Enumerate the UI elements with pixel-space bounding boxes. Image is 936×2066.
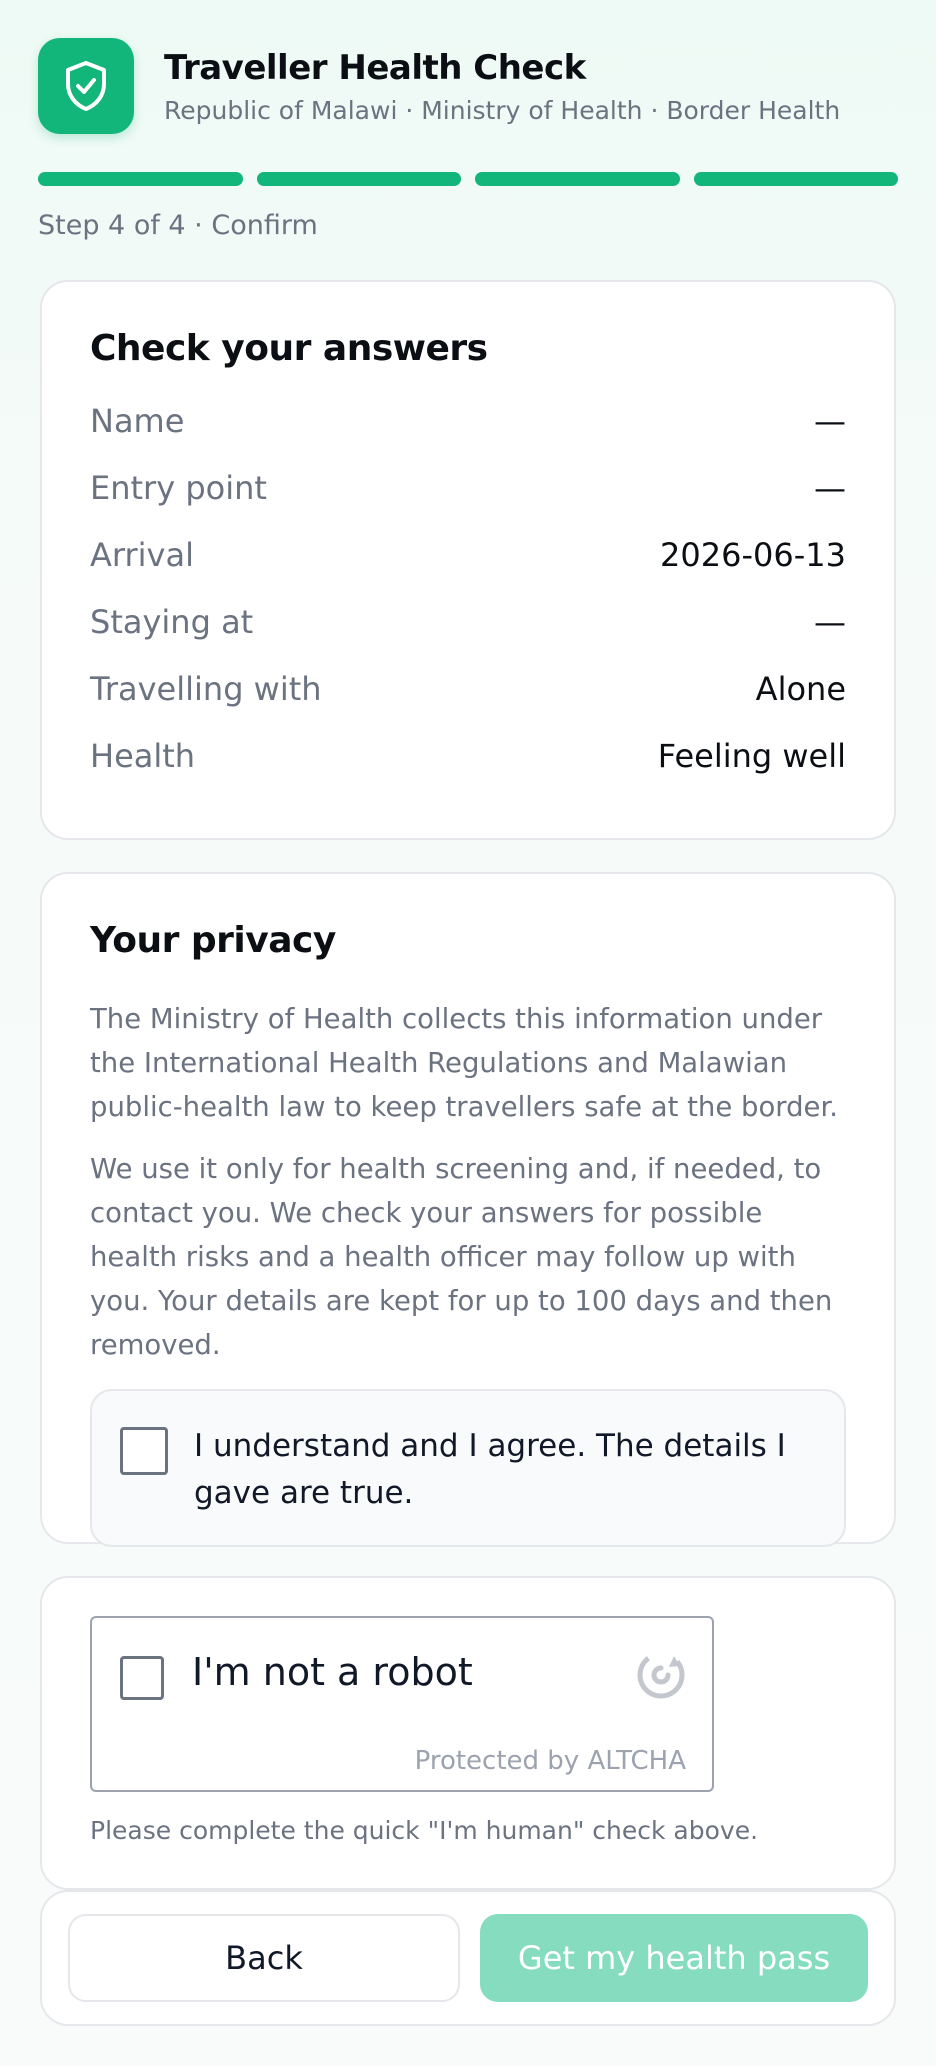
step-progress-bar <box>38 172 898 186</box>
answer-value: 2026-06-13 <box>660 535 846 574</box>
answer-row-name: Name — <box>90 387 846 454</box>
captcha-widget[interactable]: I'm not a robot Protected by ALTCHA <box>90 1616 714 1792</box>
answers-title: Check your answers <box>90 328 488 369</box>
captcha-brand: Protected by ALTCHA <box>414 1746 686 1776</box>
get-health-pass-button[interactable]: Get my health pass <box>480 1914 868 2002</box>
answer-row-travelling-with: Travelling with Alone <box>90 655 846 722</box>
answer-label: Health <box>90 736 196 775</box>
answers-list: Name — Entry point — Arrival 2026-06-13 … <box>90 387 846 789</box>
consent-option[interactable]: I understand and I agree. The details I … <box>90 1389 846 1547</box>
answer-label: Staying at <box>90 602 254 641</box>
progress-segment <box>693 172 898 186</box>
app-subtitle: Republic of Malawi · Ministry of Health … <box>164 95 841 125</box>
answer-row-staying-at: Staying at — <box>90 588 846 655</box>
altcha-refresh-icon <box>637 1651 685 1699</box>
privacy-paragraph: The Ministry of Health collects this inf… <box>90 1003 838 1123</box>
consent-checkbox[interactable] <box>120 1427 168 1475</box>
captcha-label[interactable]: I'm not a robot <box>192 1650 473 1694</box>
back-button[interactable]: Back <box>68 1914 460 2002</box>
answer-value: Feeling well <box>657 736 846 775</box>
progress-segment <box>38 172 243 186</box>
privacy-card: Your privacy The Ministry of Health coll… <box>40 872 896 1547</box>
action-bar: Back Get my health pass <box>40 1890 896 2026</box>
app-header: Traveller Health Check Republic of Malaw… <box>38 38 898 134</box>
answer-value: — <box>814 602 846 641</box>
step-label: Step 4 of 4 · Confirm <box>38 210 318 241</box>
consent-label[interactable]: I understand and I agree. The details I … <box>194 1423 816 1517</box>
privacy-title: Your privacy <box>90 920 336 961</box>
answer-value: — <box>814 468 846 507</box>
answer-label: Travelling with <box>90 669 322 708</box>
shield-check-icon <box>38 38 134 134</box>
captcha-checkbox[interactable] <box>120 1656 164 1700</box>
progress-segment <box>475 172 680 186</box>
captcha-card: I'm not a robot Protected by ALTCHA Plea… <box>40 1576 896 1890</box>
answer-label: Name <box>90 401 185 440</box>
progress-segment <box>256 172 461 186</box>
answer-label: Entry point <box>90 468 267 507</box>
answers-summary-card: Check your answers Name — Entry point — … <box>40 280 896 840</box>
app-title: Traveller Health Check <box>164 47 586 88</box>
captcha-help-text: Please complete the quick "I'm human" ch… <box>90 1816 759 1845</box>
answer-row-health: Health Feeling well <box>90 722 846 789</box>
answer-row-arrival: Arrival 2026-06-13 <box>90 521 846 588</box>
answer-value: — <box>814 401 846 440</box>
answer-row-entry-point: Entry point — <box>90 454 846 521</box>
answer-label: Arrival <box>90 535 194 574</box>
privacy-paragraph: We use it only for health screening and,… <box>90 1153 833 1361</box>
answer-value: Alone <box>755 669 846 708</box>
